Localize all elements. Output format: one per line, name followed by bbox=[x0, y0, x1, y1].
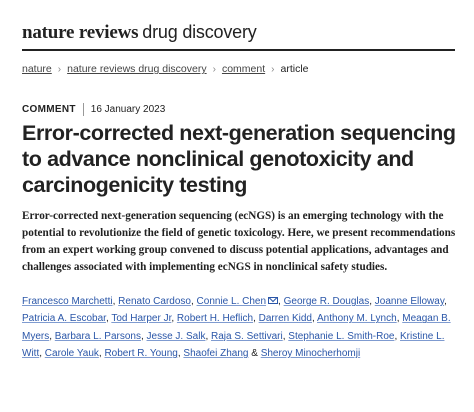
author-link[interactable]: Joanne Elloway bbox=[375, 296, 444, 307]
author-separator: , bbox=[444, 296, 447, 307]
breadcrumb-nature[interactable]: nature bbox=[22, 63, 52, 75]
author-link[interactable]: Anthony M. Lynch bbox=[317, 313, 397, 324]
author-list: Francesco Marchetti, Renato Cardoso, Con… bbox=[22, 293, 462, 363]
author-link[interactable]: Tod Harper Jr bbox=[111, 313, 171, 324]
author-link[interactable]: Barbara L. Parsons bbox=[55, 331, 141, 342]
author-link[interactable]: Sheroy Minocherhomji bbox=[261, 348, 361, 359]
author-link[interactable]: Darren Kidd bbox=[259, 313, 312, 324]
breadcrumb-comment[interactable]: comment bbox=[222, 63, 265, 75]
masthead-divider bbox=[22, 49, 455, 51]
author-link[interactable]: George R. Douglas bbox=[284, 296, 370, 307]
author-link[interactable]: Connie L. Chen bbox=[197, 296, 267, 307]
author-link[interactable]: Robert R. Young bbox=[104, 348, 177, 359]
author-link[interactable]: Raja S. Settivari bbox=[211, 331, 283, 342]
author-separator: & bbox=[248, 348, 261, 360]
masthead-journal-bold: nature reviews bbox=[22, 22, 139, 43]
masthead[interactable]: nature reviews drug discovery bbox=[22, 22, 257, 44]
chevron-right-icon: › bbox=[271, 63, 275, 75]
chevron-right-icon: › bbox=[57, 63, 62, 75]
author-link[interactable]: Jesse J. Salk bbox=[147, 331, 206, 342]
article-standfirst: Error-corrected next-generation sequenci… bbox=[22, 210, 456, 273]
author-link[interactable]: Shaofei Zhang bbox=[183, 348, 248, 359]
author-link[interactable]: Patricia A. Escobar bbox=[22, 313, 106, 324]
breadcrumb-current: article bbox=[280, 63, 309, 75]
article-type-label: COMMENT bbox=[22, 104, 76, 115]
author-link[interactable]: Carole Yauk bbox=[45, 348, 99, 359]
publication-date: 16 January 2023 bbox=[90, 104, 166, 115]
meta-divider bbox=[82, 103, 84, 116]
chevron-right-icon: › bbox=[212, 63, 216, 75]
author-link[interactable]: Francesco Marchetti bbox=[22, 296, 113, 307]
masthead-journal-light: drug discovery bbox=[142, 22, 257, 42]
author-link[interactable]: Robert H. Heflich bbox=[177, 313, 253, 324]
author-link[interactable]: Renato Cardoso bbox=[118, 296, 191, 307]
breadcrumb: nature › nature reviews drug discovery ›… bbox=[22, 63, 309, 75]
author-link[interactable]: Stephanie L. Smith-Roe bbox=[288, 331, 394, 342]
article-meta: COMMENT 16 January 2023 bbox=[22, 103, 165, 116]
email-icon[interactable] bbox=[268, 296, 279, 304]
breadcrumb-journal[interactable]: nature reviews drug discovery bbox=[67, 63, 206, 75]
article-title: Error-corrected next-generation sequenci… bbox=[22, 121, 456, 197]
